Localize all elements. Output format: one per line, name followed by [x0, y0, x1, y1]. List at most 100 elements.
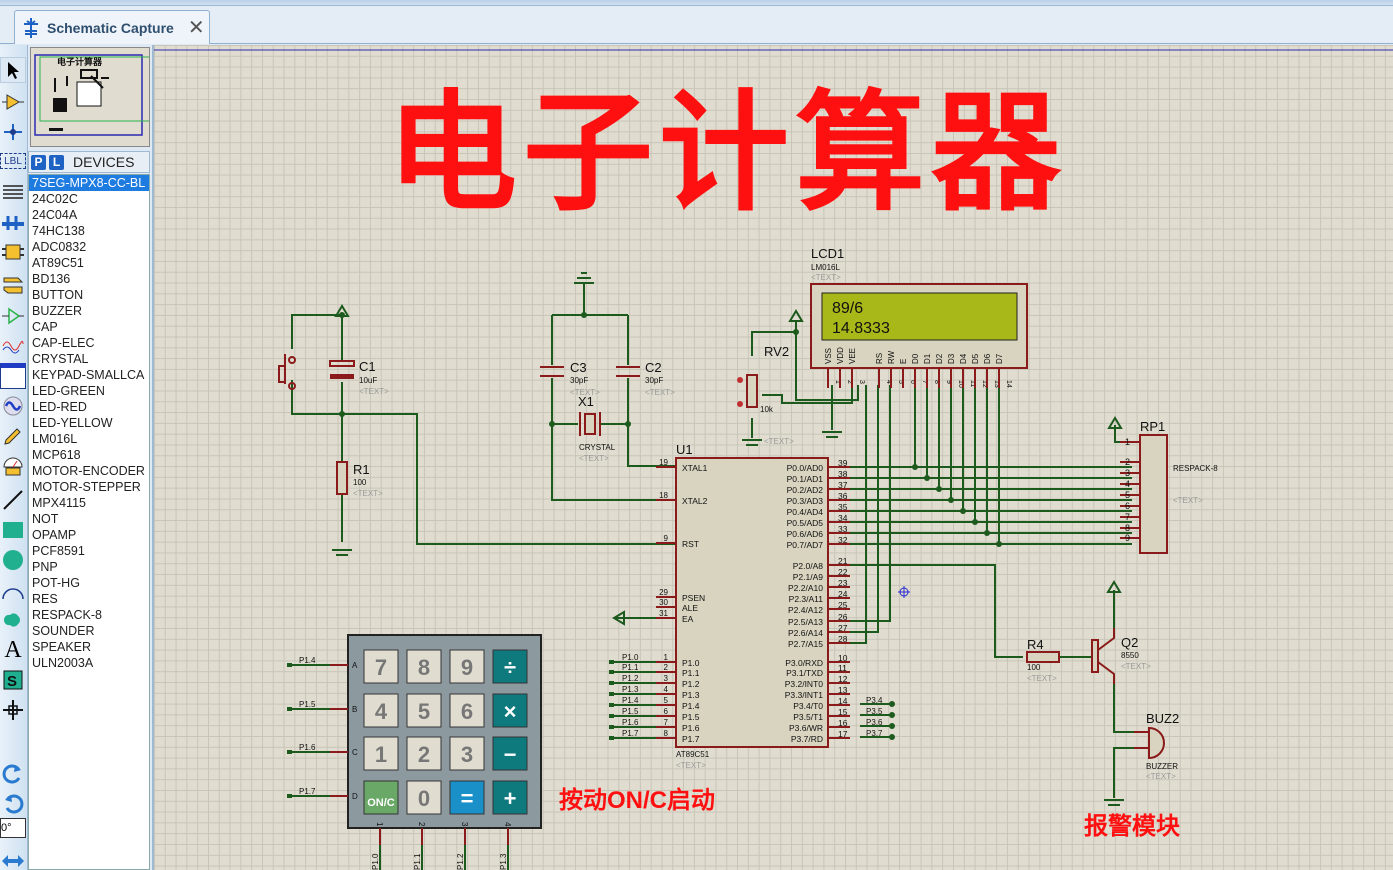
device-item[interactable]: BD136 [29, 271, 149, 287]
microcontroller-u1[interactable]: U1 AT89C51 <TEXT> 19XTAL118XTAL29RST29PS… [609, 442, 883, 770]
pick-devices-button[interactable]: P [31, 154, 46, 170]
device-item[interactable]: NOT [29, 511, 149, 527]
2d-path-icon[interactable] [0, 607, 26, 633]
device-item[interactable]: 24C02C [29, 191, 149, 207]
u1-pin-number: 12 [838, 674, 848, 684]
crystal-x1[interactable]: X1 CRYSTAL <TEXT> [578, 394, 616, 463]
voltage-probe-icon[interactable] [0, 423, 26, 449]
rotate-clockwise-icon[interactable] [0, 760, 26, 786]
device-item[interactable]: MOTOR-STEPPER [29, 479, 149, 495]
generator-mode-icon[interactable] [0, 393, 26, 419]
overview-window[interactable]: 电子计算器 [30, 47, 151, 147]
capacitor-c1[interactable]: C1 10uF <TEXT> [329, 359, 389, 396]
keypad-key[interactable]: 5 [406, 693, 442, 728]
lcd-pin-number: 14 [1005, 380, 1012, 388]
device-item[interactable]: PNP [29, 559, 149, 575]
reset-button[interactable] [278, 354, 296, 390]
u1-pin-number: 25 [838, 600, 848, 610]
tape-recorder-icon[interactable] [0, 363, 26, 389]
capacitor-c2[interactable]: C2 30pF <TEXT> [616, 360, 675, 397]
schematic-canvas[interactable]: 电子计算器 C1 10uF <TEXT> R1 100 <TEXT> C3 30… [152, 45, 1393, 870]
2d-marker-icon[interactable] [0, 697, 26, 723]
device-item[interactable]: RESPACK-8 [29, 607, 149, 623]
transistor-q2[interactable]: Q2 8550 <TEXT> [1091, 628, 1151, 684]
keypad-key[interactable]: 2 [406, 736, 442, 771]
keypad-key[interactable]: 3 [449, 736, 485, 771]
device-item[interactable]: SOUNDER [29, 623, 149, 639]
device-item[interactable]: CRYSTAL [29, 351, 149, 367]
resistor-r1[interactable]: R1 100 <TEXT> [336, 461, 383, 498]
text-script-icon[interactable] [0, 179, 26, 205]
rotation-angle-field[interactable]: 0° [0, 818, 26, 838]
buzzer-buz2[interactable]: BUZ2 BUZZER <TEXT> [1134, 711, 1179, 781]
keypad-key[interactable]: 6 [449, 693, 485, 728]
keypad-key[interactable]: = [449, 780, 485, 815]
resistor-pack-rp1[interactable]: RP1 RESPACK-8 <TEXT> 1 23456789 [1120, 419, 1218, 554]
device-item[interactable]: LED-YELLOW [29, 415, 149, 431]
u1-pin-number: 29 [659, 588, 668, 597]
bus-mode-icon[interactable] [0, 209, 26, 235]
selection-mode-icon[interactable] [0, 57, 26, 83]
device-item[interactable]: MCP618 [29, 447, 149, 463]
capacitor-c3[interactable]: C3 30pF <TEXT> [540, 360, 600, 397]
keypad-key[interactable]: 0 [406, 780, 442, 815]
2d-circle-icon[interactable] [0, 547, 26, 573]
2d-line-icon[interactable] [0, 487, 26, 513]
lcd-lm016l[interactable]: LCD1 LM016L <TEXT> 89/6 14.8333 VSS1VDD2… [810, 246, 1028, 388]
device-pins-icon[interactable] [0, 303, 26, 329]
devices-list[interactable]: 7SEG-MPX8-CC-BL 24C02C 24C04A 74HC138 ADC083… [28, 174, 150, 870]
device-item[interactable]: MPX4115 [29, 495, 149, 511]
device-item[interactable]: LED-RED [29, 399, 149, 415]
wire-label-icon[interactable]: LBL [0, 153, 26, 169]
2d-box-icon[interactable] [0, 517, 26, 543]
keypad-key[interactable]: 1 [363, 736, 399, 771]
device-item[interactable]: RES [29, 591, 149, 607]
rotate-counterclockwise-icon[interactable] [0, 790, 26, 816]
device-item[interactable]: OPAMP [29, 527, 149, 543]
device-item[interactable]: KEYPAD-SMALLCA [29, 367, 149, 383]
resistor-r4[interactable]: R4 100 <TEXT> [1026, 637, 1060, 683]
subcircuit-icon[interactable] [0, 239, 26, 265]
tab-schematic-capture[interactable]: Schematic Capture ✕ [14, 10, 210, 44]
close-tab-icon[interactable]: ✕ [188, 18, 205, 38]
device-item[interactable]: CAP [29, 319, 149, 335]
device-item[interactable]: BUZZER [29, 303, 149, 319]
device-item[interactable]: CAP-ELEC [29, 335, 149, 351]
device-item[interactable]: PCF8591 [29, 543, 149, 559]
virtual-instruments-icon[interactable] [0, 453, 26, 479]
device-item[interactable]: MOTOR-ENCODER [29, 463, 149, 479]
device-item[interactable]: 24C04A [29, 207, 149, 223]
component-mode-icon[interactable] [0, 89, 26, 115]
device-item[interactable]: AT89C51 [29, 255, 149, 271]
2d-arc-icon[interactable] [0, 577, 26, 603]
keypad-key[interactable]: ON/C [363, 780, 399, 815]
device-item[interactable]: ADC0832 [29, 239, 149, 255]
device-item[interactable]: LM016L [29, 431, 149, 447]
device-item[interactable]: 74HC138 [29, 223, 149, 239]
device-item[interactable]: BUTTON [29, 287, 149, 303]
device-item[interactable]: ULN2003A [29, 655, 149, 671]
2d-symbol-icon[interactable]: S [0, 667, 26, 693]
library-manager-button[interactable]: L [49, 154, 64, 170]
keypad-key[interactable]: − [492, 736, 528, 771]
junction-mode-icon[interactable] [0, 119, 26, 145]
device-item[interactable]: 7SEG-MPX8-CC-BL [29, 175, 149, 191]
keypad-key[interactable]: 7 [363, 649, 399, 684]
keypad-key[interactable]: × [492, 693, 528, 728]
keypad-key[interactable]: + [492, 780, 528, 815]
graph-mode-icon[interactable] [0, 333, 26, 359]
keypad-key[interactable]: 9 [449, 649, 485, 684]
terminals-mode-icon[interactable] [0, 273, 26, 299]
schematic-drawing: 电子计算器 C1 10uF <TEXT> R1 100 <TEXT> C3 30… [154, 49, 1393, 870]
device-item[interactable]: LED-GREEN [29, 383, 149, 399]
keypad-key[interactable]: ÷ [492, 649, 528, 684]
device-item[interactable]: POT-HG [29, 575, 149, 591]
keypad-key[interactable]: 4 [363, 693, 399, 728]
device-item[interactable]: SPEAKER [29, 639, 149, 655]
keypad-row-label: C [352, 748, 358, 757]
mirror-horizontal-icon[interactable] [0, 848, 26, 870]
2d-text-icon[interactable]: A [0, 637, 26, 663]
keypad-key[interactable]: 8 [406, 649, 442, 684]
net-label: P1.7 [622, 729, 639, 738]
net-terminal [609, 692, 614, 696]
